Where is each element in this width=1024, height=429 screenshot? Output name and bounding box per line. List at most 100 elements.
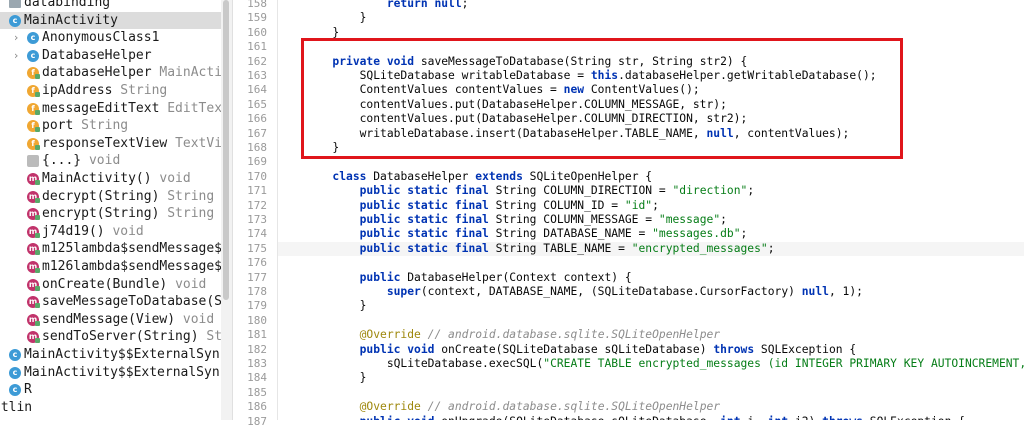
chevron-right-icon[interactable]: › (11, 29, 21, 47)
tree-item-label: messageEditText EditTex (42, 100, 221, 116)
code-line[interactable]: sQLiteDatabase.execSQL("CREATE TABLE enc… (278, 357, 1024, 371)
code-token: DatabaseHelper (366, 169, 476, 183)
tree-item[interactable]: {...} void (0, 152, 221, 170)
code-line[interactable] (278, 256, 1024, 270)
line-number: 161 (247, 40, 267, 54)
code-line[interactable]: public static final String COLUMN_MESSAG… (278, 213, 1024, 227)
code-line[interactable]: contentValues.put(DatabaseHelper.COLUMN_… (278, 98, 1024, 112)
code-line[interactable] (278, 386, 1024, 400)
code-line[interactable]: public static final String TABLE_NAME = … (278, 241, 1024, 257)
visibility-icon (35, 144, 40, 150)
tree-item[interactable]: m m125lambda$sendMessage$ (0, 240, 221, 258)
code-line[interactable]: public void onCreate(SQLiteDatabase sQLi… (278, 343, 1024, 357)
tree-item[interactable]: m sendMessage(View) void (0, 311, 221, 329)
code-line[interactable]: } (278, 299, 1024, 313)
code-line[interactable] (278, 314, 1024, 328)
tree-item[interactable]: › c AnonymousClass1 (0, 29, 221, 47)
tree-item[interactable]: m encrypt(String) String (0, 205, 221, 223)
line-number: 163 (247, 69, 267, 82)
tree-item[interactable]: m MainActivity() void (0, 170, 221, 188)
code-token: ; (767, 241, 775, 255)
code-line[interactable]: public static final String DATABASE_NAME… (278, 227, 1024, 241)
code-line[interactable]: contentValues.put(DatabaseHelper.COLUMN_… (278, 112, 1024, 126)
tree-item-label: {...} void (42, 153, 121, 169)
tree-item[interactable]: m onCreate(Bundle) void (0, 276, 221, 294)
code-token: SQLiteDatabase writableDatabase = (278, 69, 591, 82)
code-editor[interactable]: return null; } } private void saveMessag… (278, 0, 1024, 420)
code-line[interactable] (278, 155, 1024, 169)
tree-item[interactable]: otlin (0, 399, 221, 417)
code-line[interactable]: SQLiteDatabase writableDatabase = this.d… (278, 69, 1024, 83)
tree-item[interactable]: databinding (0, 0, 221, 12)
code-line[interactable]: } (278, 371, 1024, 385)
tree-item-label: AnonymousClass1 (42, 30, 160, 46)
code-line[interactable]: public static final String COLUMN_ID = "… (278, 199, 1024, 213)
tree-item[interactable]: › c DatabaseHelper (0, 47, 221, 65)
code-line[interactable]: private void saveMessageToDatabase(Strin… (278, 55, 1024, 69)
tree-item[interactable]: m decrypt(String) String (0, 188, 221, 206)
code-line[interactable]: writableDatabase.insert(DatabaseHelper.T… (278, 127, 1024, 141)
code-line[interactable]: } (278, 26, 1024, 40)
code-token: ; (740, 227, 748, 241)
structure-panel: databinding c MainActivity › c AnonymousClass… (0, 0, 222, 420)
tree-item-type: void (175, 276, 207, 292)
code-token: class (332, 169, 367, 183)
code-token: DatabaseHelper(Context context) { (400, 270, 632, 284)
tree-item-label: encrypt(String) String (42, 206, 215, 222)
code-token: } (278, 299, 367, 313)
code-line[interactable]: public static final String COLUMN_DIRECT… (278, 184, 1024, 198)
line-number: 173 (247, 213, 267, 226)
code-line[interactable]: class DatabaseHelper extends SQLiteOpenH… (278, 170, 1024, 184)
code-line[interactable]: ContentValues contentValues = new Conten… (278, 83, 1024, 97)
tree-item[interactable]: fdatabaseHelper MainActivi (0, 64, 221, 82)
line-number: 179 (247, 299, 267, 313)
tree-item[interactable]: f port String (0, 117, 221, 135)
code-token: writableDatabase.insert(DatabaseHelper.T… (278, 126, 707, 140)
tree-item-label: onCreate(Bundle) void (42, 276, 207, 292)
code-line[interactable] (278, 40, 1024, 54)
code-token: onUpgrade(SQLiteDatabase sQLiteDatabase, (434, 415, 720, 420)
scrollbar-thumb[interactable] (223, 0, 229, 300)
chevron-right-icon[interactable]: › (11, 47, 21, 65)
code-line[interactable]: } (278, 11, 1024, 25)
code-token: throws (822, 415, 863, 420)
tree-item[interactable]: c MainActivity$$ExternalSyn (0, 346, 221, 364)
tree-item[interactable]: c MainActivity (0, 11, 221, 30)
code-token: private void (332, 54, 415, 68)
tree-item[interactable]: f ipAddress String (0, 82, 221, 100)
line-number: 181 (247, 328, 267, 342)
code-token: String COLUMN_DIRECTION = (488, 184, 673, 198)
tree-item-type: MainActivi (159, 65, 221, 81)
code-token: ; (652, 198, 659, 212)
code-line[interactable]: return null; (278, 0, 1024, 11)
structure-scrollbar[interactable] (221, 0, 233, 420)
code-token: int (768, 415, 788, 420)
code-token: } (278, 141, 340, 154)
code-line[interactable]: } (278, 141, 1024, 155)
code-line[interactable]: @Override // android.database.sqlite.SQL… (278, 400, 1024, 414)
tree-item[interactable]: m saveMessageToDatabase(S (0, 293, 221, 311)
code-line[interactable]: super(context, DATABASE_NAME, (SQLiteDat… (278, 285, 1024, 299)
tree-item-label: R (24, 382, 32, 398)
tree-item[interactable]: m j74d19() void (0, 223, 221, 241)
code-line[interactable]: public void onUpgrade(SQLiteDatabase sQL… (278, 415, 1024, 420)
code-token: ; (461, 0, 469, 10)
tree-item[interactable]: f messageEditText EditTex (0, 100, 221, 118)
tree-item[interactable]: cR (0, 381, 221, 399)
tree-item[interactable]: c MainActivity$$ExternalSyn (0, 364, 221, 382)
code-token: "message" (658, 213, 721, 226)
tree-item-type: St (206, 329, 221, 345)
tree-item[interactable]: m sendToServer(String) St (0, 328, 221, 346)
code-line[interactable]: public DatabaseHelper(Context context) { (278, 271, 1024, 285)
tree-item[interactable]: f responseTextView TextVi (0, 135, 221, 153)
tree-item-label: j74d19() void (42, 223, 144, 239)
tree-item[interactable]: m m126lambda$sendMessage$ (0, 258, 221, 276)
code-token: public void (360, 415, 435, 420)
visibility-icon (35, 197, 40, 203)
code-line[interactable]: @Override // android.database.sqlite.SQL… (278, 328, 1024, 342)
code-token: extends (475, 169, 523, 183)
